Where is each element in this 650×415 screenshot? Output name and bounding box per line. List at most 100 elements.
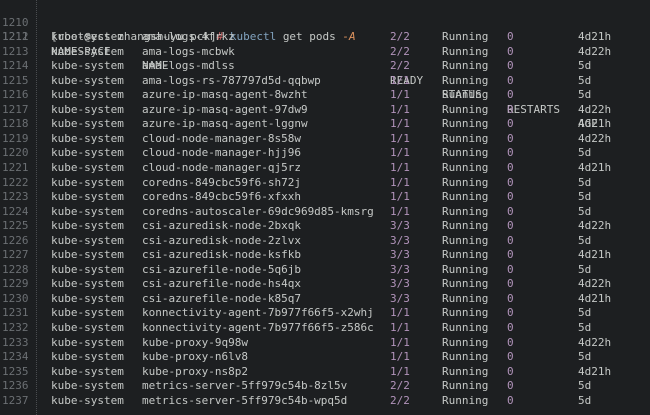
pod-name: csi-azurefile-node-5q6jb [142,262,301,276]
pod-ready: 1/1 [390,73,410,87]
pod-name: coredns-849cbc59f6-xfxxh [142,190,301,204]
pod-age: 5d [578,204,592,218]
pod-namespace: kube-system [51,393,124,407]
pod-name: kube-proxy-ns8p2 [142,364,248,378]
pod-name: csi-azuredisk-node-2zlvx [142,233,301,247]
line-number: 1219 [2,131,29,145]
line-number: 1231 [2,306,29,320]
line-number: 1229 [2,277,29,291]
line-number: 1221 [2,160,29,174]
pod-status: Running [442,59,489,73]
pod-status: Running [442,73,489,87]
pod-restarts: 0 [507,262,514,276]
pod-name: cloud-node-manager-8s58w [142,131,301,145]
pod-age: 5d [578,306,592,320]
pod-namespace: kube-system [51,204,124,218]
pod-name: konnectivity-agent-7b977f66f5-x2whj [142,306,374,320]
line-number: 1236 [2,379,29,393]
line-number: 1222 [2,175,29,189]
pod-namespace: kube-system [51,277,124,291]
pod-ready: 1/1 [390,146,410,160]
pod-restarts: 0 [507,117,514,131]
pod-namespace: kube-system [51,73,124,87]
pod-status: Running [442,102,489,116]
pod-restarts: 0 [507,88,514,102]
pod-name: coredns-autoscaler-69dc969d85-kmsrg [142,204,374,218]
pod-ready: 3/3 [390,219,410,233]
pod-restarts: 0 [507,277,514,291]
pod-ready: 1/1 [390,160,410,174]
pod-age: 5d [578,73,592,87]
pod-namespace: kube-system [51,350,124,364]
pod-age: 4d22h [578,335,612,349]
pod-restarts: 0 [507,350,514,364]
pod-status: Running [442,335,489,349]
pod-restarts: 0 [507,190,514,204]
pod-status: Running [442,350,489,364]
command-args: get pods [282,30,336,43]
pod-namespace: kube-system [51,219,124,233]
pod-restarts: 0 [507,131,514,145]
pod-name: ama-logs-4frkz [142,30,235,43]
pod-ready: 1/1 [390,88,410,102]
pod-name: azure-ip-masq-agent-8wzht [142,88,308,102]
pod-restarts: 0 [507,335,514,349]
pod-status: Running [442,262,489,276]
pod-namespace: kube-system [51,30,124,43]
pod-ready: 1/1 [390,306,410,320]
line-number: 1233 [2,335,29,349]
pod-namespace: kube-system [51,59,124,73]
pod-age: 4d21h [578,117,612,131]
pod-ready: 2/2 [390,379,410,393]
pod-restarts: 0 [507,160,514,174]
pod-status: Running [442,219,489,233]
header-restarts: RESTARTS [507,102,560,116]
pod-status: Running [442,393,489,407]
pod-status: Running [442,248,489,262]
pod-restarts: 0 [507,175,514,189]
pod-status: Running [442,146,489,160]
line-number: 1215 [2,73,29,87]
command-flag: -A [342,30,356,43]
line-number: 1213 [2,44,29,58]
pod-ready: 2/2 [390,393,410,407]
pod-status: Running [442,291,489,305]
pod-status: Running [442,30,489,43]
pod-namespace: kube-system [51,102,124,116]
pod-age: 5d [578,233,592,247]
pod-status: Running [442,277,489,291]
pod-age: 4d22h [578,44,612,58]
pod-age: 4d22h [578,131,612,145]
pod-status: Running [442,379,489,393]
pod-namespace: kube-system [51,379,124,393]
pod-age: 5d [578,146,592,160]
pod-age: 4d21h [578,248,612,262]
pod-ready: 2/2 [390,44,410,58]
table-header: 1211 NAMESPACE NAME READY STATUS RESTART… [0,16,598,130]
pod-age: 4d21h [578,30,612,43]
pod-status: Running [442,190,489,204]
pod-ready: 1/1 [390,321,410,334]
pod-ready: 1/1 [390,204,410,218]
pod-status: Running [442,321,489,334]
pod-name: metrics-server-5ff979c54b-wpq5d [142,393,348,407]
pod-age: 5d [578,175,592,189]
pod-namespace: kube-system [51,160,124,174]
pod-ready: 3/3 [390,291,410,305]
pod-status: Running [442,175,489,189]
pod-age: 5d [578,262,592,276]
pod-restarts: 0 [507,364,514,378]
pod-age: 5d [578,190,592,204]
pod-age: 4d21h [578,160,612,174]
pod-age: 5d [578,393,592,407]
pod-namespace: kube-system [51,233,124,247]
line-number: 1230 [2,291,29,305]
pod-restarts: 0 [507,44,514,58]
pod-namespace: kube-system [51,117,124,131]
pod-name: metrics-server-5ff979c54b-8zl5v [142,379,348,393]
pod-namespace: kube-system [51,190,124,204]
line-number: 1227 [2,248,29,262]
pod-ready: 3/3 [390,233,410,247]
pod-namespace: kube-system [51,44,124,58]
pod-age: 5d [578,321,592,334]
